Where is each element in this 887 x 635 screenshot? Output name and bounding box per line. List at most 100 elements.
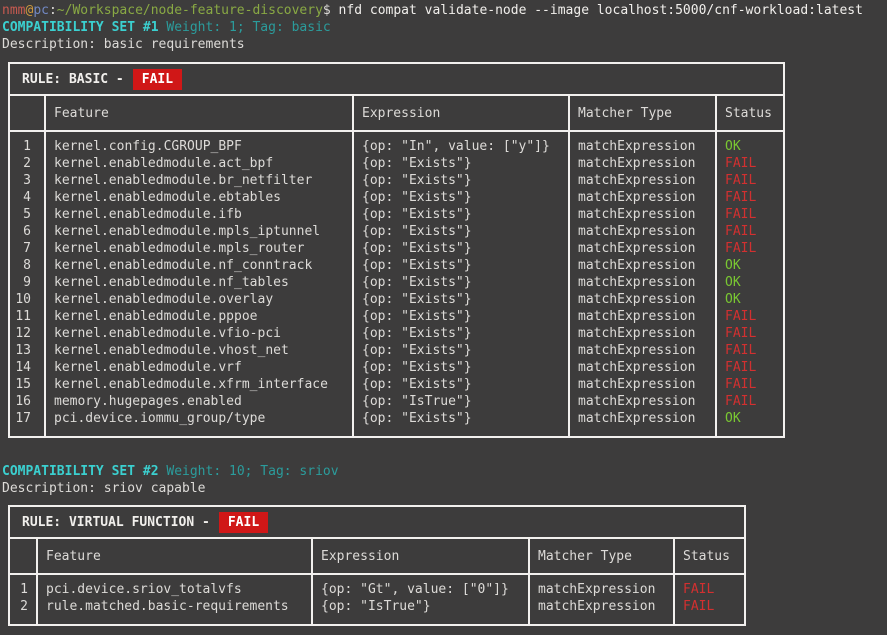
table-row: 14kernel.enabledmodule.vrf{op: "Exists"}…: [9, 359, 784, 376]
prompt-user: nmm: [2, 3, 25, 18]
row-number-cell: 15: [9, 376, 45, 393]
table-row: 1kernel.config.CGROUP_BPF{op: "In", valu…: [9, 131, 784, 155]
status-cell: FAIL: [716, 189, 784, 206]
feature-cell: kernel.enabledmodule.mpls_iptunnel: [45, 223, 353, 240]
expression-cell: {op: "IsTrue"}: [353, 393, 569, 410]
rule-header-row: RULE: VIRTUAL FUNCTION - FAIL: [9, 506, 745, 538]
expression-cell: {op: "Exists"}: [353, 189, 569, 206]
feature-cell: memory.hugepages.enabled: [45, 393, 353, 410]
expression-cell: {op: "Exists"}: [353, 240, 569, 257]
rule-2-label: RULE: VIRTUAL FUNCTION -: [22, 515, 210, 530]
expression-cell: {op: "Exists"}: [353, 223, 569, 240]
status-cell: FAIL: [674, 598, 745, 625]
expression-cell: {op: "Exists"}: [353, 342, 569, 359]
matcher-type-cell: matchExpression: [569, 325, 716, 342]
column-header-feature: Feature: [37, 538, 312, 574]
expression-cell: {op: "Exists"}: [353, 376, 569, 393]
matcher-type-cell: matchExpression: [569, 257, 716, 274]
status-cell: FAIL: [716, 206, 784, 223]
column-header-row: Feature Expression Matcher Type Status: [9, 95, 784, 131]
expression-cell: {op: "In", value: ["y"]}: [353, 131, 569, 155]
matcher-type-cell: matchExpression: [569, 393, 716, 410]
expression-cell: {op: "Exists"}: [353, 172, 569, 189]
terminal-window: nmm@pc:~/Workspace/node-feature-discover…: [0, 0, 887, 635]
matcher-type-cell: matchExpression: [569, 308, 716, 325]
status-cell: OK: [716, 131, 784, 155]
table-row: 9kernel.enabledmodule.nf_tables{op: "Exi…: [9, 274, 784, 291]
column-header-matcher-type: Matcher Type: [569, 95, 716, 131]
table-row: 1pci.device.sriov_totalvfs{op: "Gt", val…: [9, 574, 745, 598]
matcher-type-cell: matchExpression: [569, 274, 716, 291]
compatibility-set-1-title-line: COMPATIBILITY SET #1 Weight: 1; Tag: bas…: [2, 19, 887, 36]
table-row: 2rule.matched.basic-requirements{op: "Is…: [9, 598, 745, 625]
table-row: 5kernel.enabledmodule.ifb{op: "Exists"}m…: [9, 206, 784, 223]
matcher-type-cell: matchExpression: [569, 410, 716, 437]
row-number-cell: 8: [9, 257, 45, 274]
column-header-status: Status: [716, 95, 784, 131]
feature-cell: kernel.enabledmodule.overlay: [45, 291, 353, 308]
row-number-cell: 6: [9, 223, 45, 240]
rule-1-label: RULE: BASIC -: [22, 72, 124, 87]
column-header-number: [9, 95, 45, 131]
column-header-status: Status: [674, 538, 745, 574]
prompt-host: pc: [33, 3, 49, 18]
row-number-cell: 1: [9, 574, 37, 598]
table-row: 12kernel.enabledmodule.vfio-pci{op: "Exi…: [9, 325, 784, 342]
rule-header-row: RULE: BASIC -FAIL: [9, 63, 784, 95]
matcher-type-cell: matchExpression: [569, 342, 716, 359]
feature-cell: pci.device.iommu_group/type: [45, 410, 353, 437]
prompt-colon: :: [49, 3, 57, 18]
status-cell: FAIL: [716, 155, 784, 172]
status-cell: FAIL: [716, 223, 784, 240]
matcher-type-cell: matchExpression: [569, 291, 716, 308]
table-row: 3kernel.enabledmodule.br_netfilter{op: "…: [9, 172, 784, 189]
feature-cell: kernel.enabledmodule.nf_conntrack: [45, 257, 353, 274]
row-number-cell: 13: [9, 342, 45, 359]
compatibility-set-2-title-line: COMPATIBILITY SET #2 Weight: 10; Tag: sr…: [2, 463, 887, 480]
expression-cell: {op: "IsTrue"}: [312, 598, 529, 625]
table-row: 6kernel.enabledmodule.mpls_iptunnel{op: …: [9, 223, 784, 240]
status-cell: FAIL: [716, 359, 784, 376]
rule-title-cell: RULE: BASIC -FAIL: [9, 63, 784, 95]
row-number-cell: 9: [9, 274, 45, 291]
terminal-command: nfd compat validate-node --image localho…: [331, 3, 863, 18]
status-cell: FAIL: [716, 240, 784, 257]
status-cell: OK: [716, 410, 784, 437]
status-cell: FAIL: [716, 376, 784, 393]
row-number-cell: 2: [9, 155, 45, 172]
column-header-row: Feature Expression Matcher Type Status: [9, 538, 745, 574]
status-cell: OK: [716, 291, 784, 308]
set-2-meta: Weight: 10; Tag: sriov: [159, 464, 339, 479]
feature-cell: kernel.enabledmodule.ebtables: [45, 189, 353, 206]
table-row: 10kernel.enabledmodule.overlay{op: "Exis…: [9, 291, 784, 308]
table-row: 15kernel.enabledmodule.xfrm_interface{op…: [9, 376, 784, 393]
column-header-matcher-type: Matcher Type: [529, 538, 674, 574]
feature-cell: kernel.enabledmodule.act_bpf: [45, 155, 353, 172]
table-row: 17pci.device.iommu_group/type{op: "Exist…: [9, 410, 784, 437]
status-cell: FAIL: [716, 342, 784, 359]
table-row: 2kernel.enabledmodule.act_bpf{op: "Exist…: [9, 155, 784, 172]
matcher-type-cell: matchExpression: [569, 155, 716, 172]
matcher-type-cell: matchExpression: [569, 189, 716, 206]
table-row: 7kernel.enabledmodule.mpls_router{op: "E…: [9, 240, 784, 257]
expression-cell: {op: "Exists"}: [353, 291, 569, 308]
row-number-cell: 11: [9, 308, 45, 325]
feature-cell: rule.matched.basic-requirements: [37, 598, 312, 625]
matcher-type-cell: matchExpression: [529, 598, 674, 625]
column-header-expression: Expression: [312, 538, 529, 574]
rule-title-cell: RULE: VIRTUAL FUNCTION - FAIL: [9, 506, 745, 538]
feature-cell: kernel.enabledmodule.mpls_router: [45, 240, 353, 257]
feature-cell: kernel.enabledmodule.vrf: [45, 359, 353, 376]
matcher-type-cell: matchExpression: [569, 172, 716, 189]
row-number-cell: 10: [9, 291, 45, 308]
rule-basic-table: RULE: BASIC -FAIL Feature Expression Mat…: [8, 62, 785, 438]
rule-2-status-badge: FAIL: [219, 512, 268, 533]
row-number-cell: 1: [9, 131, 45, 155]
set-1-title: COMPATIBILITY SET #1: [2, 20, 159, 35]
set-1-meta: Weight: 1; Tag: basic: [159, 20, 331, 35]
row-number-cell: 17: [9, 410, 45, 437]
feature-cell: kernel.config.CGROUP_BPF: [45, 131, 353, 155]
feature-cell: kernel.enabledmodule.nf_tables: [45, 274, 353, 291]
set-1-description: Description: basic requirements: [2, 36, 887, 53]
matcher-type-cell: matchExpression: [569, 359, 716, 376]
